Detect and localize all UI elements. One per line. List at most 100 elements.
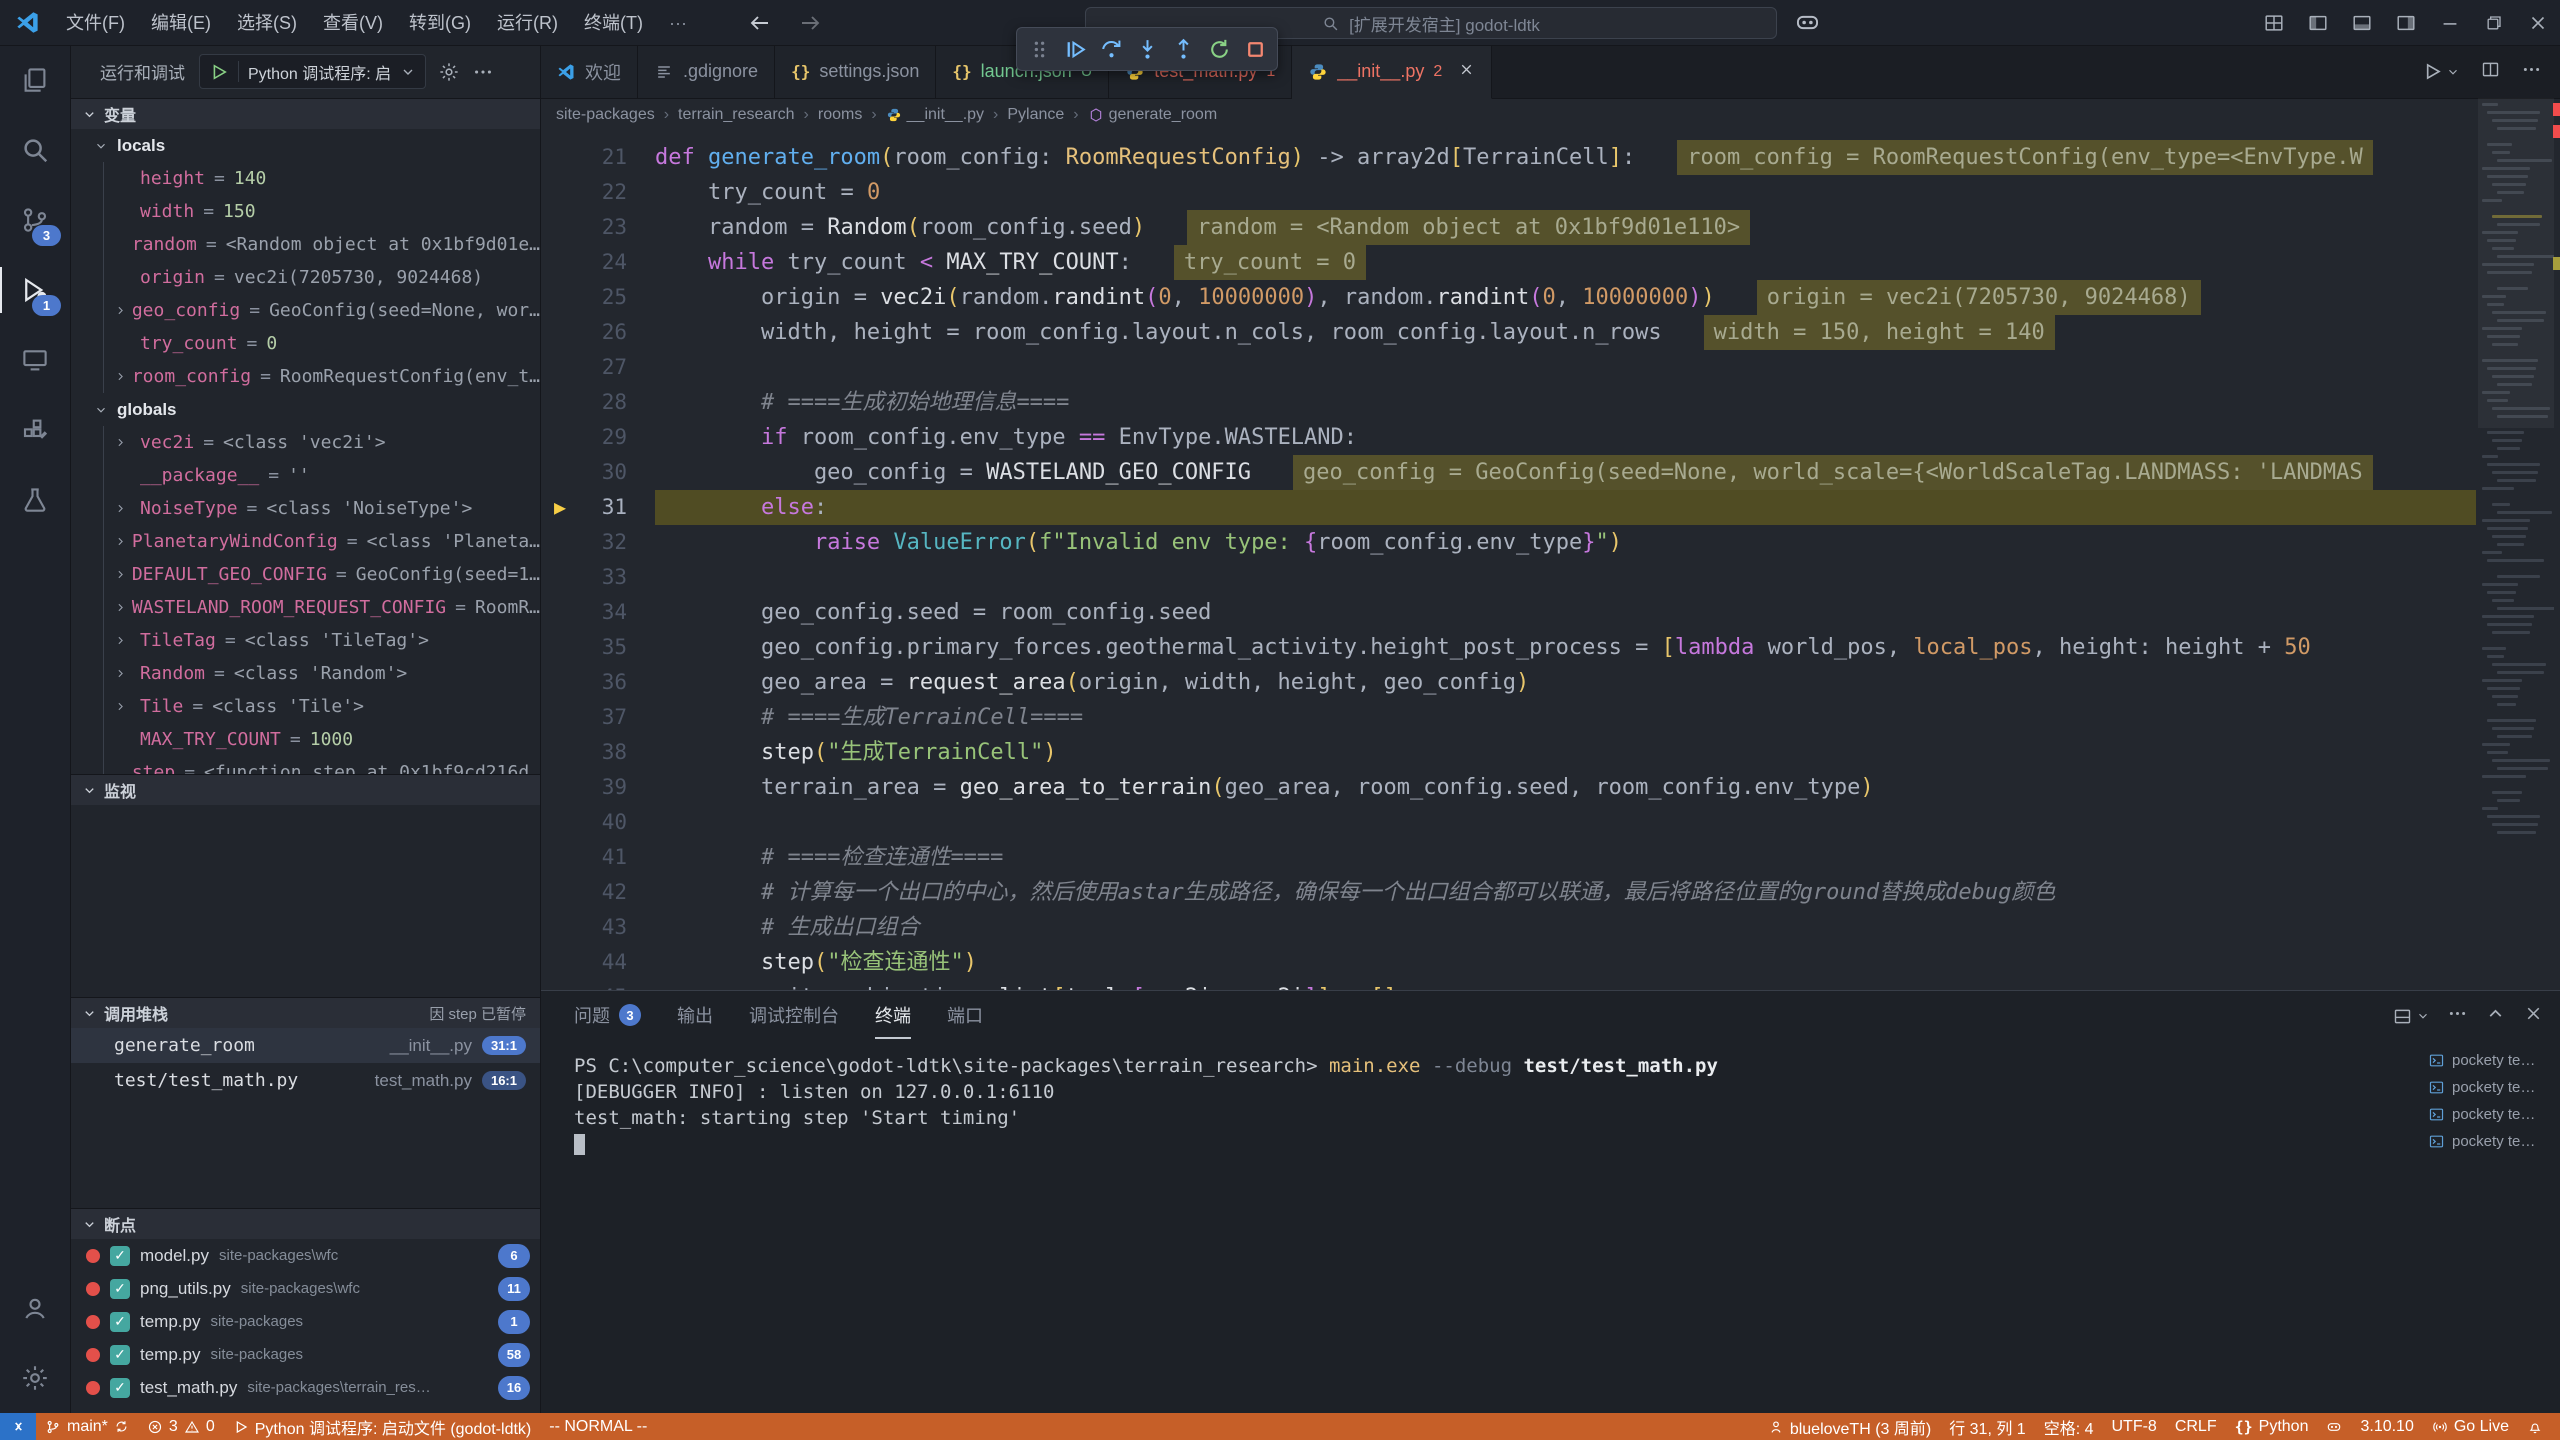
close-window-button[interactable]: [2516, 0, 2560, 45]
breakpoint-checkbox[interactable]: ✓: [110, 1246, 130, 1266]
breakpoint-checkbox[interactable]: ✓: [110, 1345, 130, 1365]
breadcrumb[interactable]: site-packages›terrain_research›rooms›__i…: [540, 99, 2560, 131]
gitlens-blame[interactable]: blueloveTH (3 周前): [1759, 1413, 1940, 1440]
code-editor[interactable]: 21def generate_room(room_config: RoomReq…: [540, 130, 2476, 990]
variable-row[interactable]: width=150: [104, 195, 540, 228]
stack-frame[interactable]: test/test_math.pytest_math.py16:1: [70, 1063, 540, 1098]
problems[interactable]: 30: [138, 1413, 224, 1440]
code-line-31[interactable]: ▶31 else:: [540, 490, 2476, 525]
breadcrumb-item[interactable]: generate_room: [1088, 106, 1218, 124]
stop-button[interactable]: [1238, 32, 1272, 66]
breakpoint-row[interactable]: ✓temp.pysite-packages1: [70, 1305, 540, 1338]
scope-row[interactable]: locals: [70, 129, 540, 162]
code-line-24[interactable]: 24 while try_count < MAX_TRY_COUNT:try_c…: [540, 245, 2476, 280]
restore-button[interactable]: [2472, 0, 2516, 45]
breakpoint-row[interactable]: ✓png_utils.pysite-packages\wfc11: [70, 1272, 540, 1305]
code-line-26[interactable]: 26 width, height = room_config.layout.n_…: [540, 315, 2476, 350]
more-actions-icon[interactable]: [472, 61, 494, 83]
code-line-40[interactable]: 40: [540, 805, 2476, 840]
breakpoint-checkbox[interactable]: ✓: [110, 1312, 130, 1332]
code-line-28[interactable]: 28 # ====生成初始地理信息====: [540, 385, 2476, 420]
eol[interactable]: CRLF: [2166, 1413, 2226, 1440]
breakpoint-row[interactable]: ✓temp.pysite-packages58: [70, 1338, 540, 1371]
code-line-43[interactable]: 43 # 生成出口组合: [540, 910, 2476, 945]
code-line-25[interactable]: 25 origin = vec2i(random.randint(0, 1000…: [540, 280, 2476, 315]
code-line-37[interactable]: 37 # ====生成TerrainCell====: [540, 700, 2476, 735]
variable-row[interactable]: random=<Random object at 0x1bf9d01e…: [104, 228, 540, 261]
menu-item[interactable]: 终端(T): [571, 0, 656, 44]
variable-row[interactable]: step=<function step at 0x1bf9cd216d…: [104, 756, 540, 774]
variable-row[interactable]: DEFAULT_GEO_CONFIG=GeoConfig(seed=1…: [104, 558, 540, 591]
menu-item[interactable]: 选择(S): [224, 0, 310, 44]
step-out-button[interactable]: [1166, 32, 1200, 66]
menu-item[interactable]: 转到(G): [396, 0, 484, 44]
terminal-instance[interactable]: pockety te…: [2428, 1103, 2550, 1125]
close-tab-icon[interactable]: [1458, 61, 1475, 83]
variables-section-header[interactable]: 变量: [70, 98, 540, 129]
code-line-44[interactable]: 44 step("检查连通性"): [540, 945, 2476, 980]
variable-row[interactable]: room_config=RoomRequestConfig(env_t…: [104, 360, 540, 393]
menu-item[interactable]: 文件(F): [53, 0, 138, 44]
tab-.gdignore[interactable]: .gdignore: [638, 45, 775, 98]
variable-row[interactable]: vec2i=<class 'vec2i'>: [104, 426, 540, 459]
debug-session[interactable]: Python 调试程序: 启动文件 (godot-ldtk): [224, 1413, 541, 1440]
variable-row[interactable]: origin=vec2i(7205730, 9024468): [104, 261, 540, 294]
remote-indicator[interactable]: [0, 1413, 36, 1440]
variable-row[interactable]: Random=<class 'Random'>: [104, 657, 540, 690]
activitybar-remote-explorer[interactable]: [0, 325, 70, 395]
code-line-32[interactable]: 32 raise ValueError(f"Invalid env type: …: [540, 525, 2476, 560]
code-line-35[interactable]: 35 geo_config.primary_forces.geothermal_…: [540, 630, 2476, 665]
step-over-button[interactable]: [1094, 32, 1128, 66]
activitybar-extensions[interactable]: [0, 395, 70, 465]
split-editor-button[interactable]: [2480, 59, 2501, 85]
panel-tab-端口[interactable]: 端口: [947, 991, 983, 1039]
activitybar-explorer[interactable]: [0, 45, 70, 115]
scope-row[interactable]: globals: [70, 393, 540, 426]
breakpoints-section-header[interactable]: 断点: [70, 1208, 540, 1239]
code-line-23[interactable]: 23 random = Random(room_config.seed)rand…: [540, 210, 2476, 245]
activitybar-source-control[interactable]: 3: [0, 185, 70, 255]
code-line-34[interactable]: 34 geo_config.seed = room_config.seed: [540, 595, 2476, 630]
panel-tab-问题[interactable]: 问题3: [574, 991, 641, 1039]
code-line-42[interactable]: 42 # 计算每一个出口的中心，然后使用astar生成路径，确保每一个出口组合都…: [540, 875, 2476, 910]
breadcrumb-item[interactable]: rooms: [818, 106, 862, 124]
nav-back-icon[interactable]: [748, 11, 772, 35]
code-line-30[interactable]: 30 geo_config = WASTELAND_GEO_CONFIGgeo_…: [540, 455, 2476, 490]
layout-sidebar-right-button[interactable]: [2384, 0, 2428, 45]
variable-row[interactable]: geo_config=GeoConfig(seed=None, wor…: [104, 294, 540, 327]
code-line-36[interactable]: 36 geo_area = request_area(origin, width…: [540, 665, 2476, 700]
minimap-slider[interactable]: [2478, 98, 2554, 428]
tab-欢迎[interactable]: 欢迎: [540, 45, 638, 98]
indentation[interactable]: 空格: 4: [2035, 1413, 2103, 1440]
breakpoint-checkbox[interactable]: ✓: [110, 1279, 130, 1299]
editor-more-actions[interactable]: [2521, 59, 2542, 85]
notifications[interactable]: [2518, 1413, 2552, 1440]
code-line-27[interactable]: 27: [540, 350, 2476, 385]
language-mode[interactable]: {}Python: [2226, 1413, 2318, 1440]
run-python-file-button[interactable]: [2422, 61, 2460, 82]
layout-sidebar-button[interactable]: [2296, 0, 2340, 45]
restart-button[interactable]: [1202, 32, 1236, 66]
menu-item[interactable]: 运行(R): [484, 0, 571, 44]
terminal-instance[interactable]: pockety te…: [2428, 1076, 2550, 1098]
vim-mode[interactable]: -- NORMAL --: [540, 1413, 656, 1440]
activitybar-testing[interactable]: [0, 465, 70, 535]
layout-grid-button[interactable]: [2252, 0, 2296, 45]
variable-row[interactable]: TileTag=<class 'TileTag'>: [104, 624, 540, 657]
git-branch[interactable]: main*: [36, 1413, 138, 1440]
terminal-instance[interactable]: pockety te…: [2428, 1130, 2550, 1152]
variable-row[interactable]: __package__='': [104, 459, 540, 492]
code-line-41[interactable]: 41 # ====检查连通性====: [540, 840, 2476, 875]
encoding[interactable]: UTF-8: [2102, 1413, 2165, 1440]
code-line-38[interactable]: 38 step("生成TerrainCell"): [540, 735, 2476, 770]
menu-item[interactable]: 查看(V): [310, 0, 396, 44]
breadcrumb-item[interactable]: terrain_research: [678, 106, 795, 124]
callstack-section-header[interactable]: 调用堆栈 因 step 已暂停: [70, 997, 540, 1028]
step-into-button[interactable]: [1130, 32, 1164, 66]
breakpoint-row[interactable]: ✓model.pysite-packages\wfc6: [70, 1239, 540, 1272]
code-line-22[interactable]: 22 try_count = 0: [540, 175, 2476, 210]
copilot-status[interactable]: [2317, 1413, 2351, 1440]
variable-row[interactable]: Tile=<class 'Tile'>: [104, 690, 540, 723]
activitybar-search[interactable]: [0, 115, 70, 185]
tab-settings.json[interactable]: {}settings.json: [775, 45, 936, 98]
